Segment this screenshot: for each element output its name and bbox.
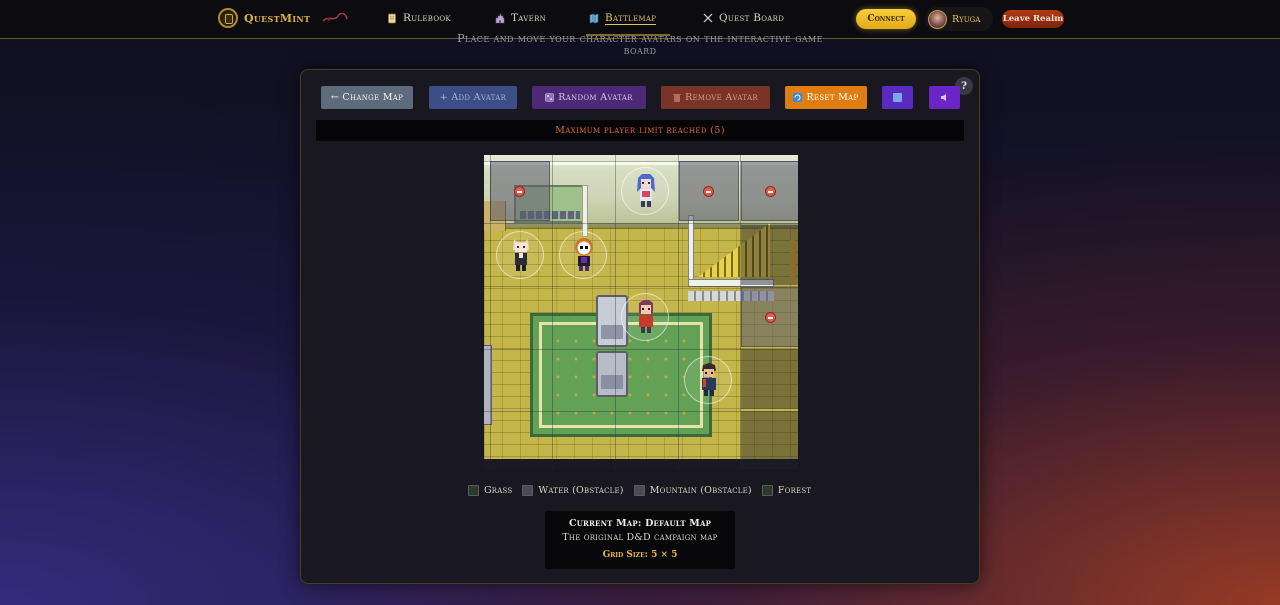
reset-map-label: Reset Map: [806, 92, 859, 103]
nav-tavern-label: Tavern: [511, 12, 547, 24]
grid-icon: [893, 93, 902, 102]
legend-forest-label: Forest: [777, 485, 812, 496]
user-profile-chip[interactable]: Ryuga: [925, 7, 993, 31]
legend-mountain-label: Mountain (Obstacle): [649, 485, 752, 496]
connect-button[interactable]: Connect: [856, 9, 916, 29]
water-swatch: [522, 485, 534, 496]
legend-grass: Grass: [468, 485, 512, 496]
grid-line: [484, 349, 798, 350]
terrain-legend: Grass Water (Obstacle) Mountain (Obstacl…: [468, 485, 811, 496]
obstacle-tile: [741, 349, 798, 409]
nav-battlemap-label: Battlemap: [605, 12, 657, 25]
grid-line: [484, 411, 798, 412]
page-subtitle: Place and move your character avatars on…: [457, 32, 823, 57]
legend-forest: Forest: [761, 485, 812, 496]
username: Ryuga: [952, 13, 981, 25]
avatar-token[interactable]: [684, 356, 732, 404]
mountain-swatch: [633, 485, 645, 496]
remove-avatar-label: Remove Avatar: [685, 92, 758, 103]
current-map-info: Current Map: Default Map The original D&…: [545, 511, 735, 569]
grid-line: [615, 155, 616, 469]
dragon-signature-icon: [322, 13, 348, 22]
nav-quest-board[interactable]: Quest Board: [703, 12, 784, 24]
scroll-icon: [388, 13, 396, 23]
forest-swatch: [761, 485, 773, 496]
add-avatar-button[interactable]: + Add Avatar: [429, 86, 517, 109]
grass-swatch: [468, 485, 479, 496]
character-sprite-icon: [639, 300, 653, 333]
dice-icon: [545, 93, 555, 102]
avatar: [928, 9, 947, 29]
grid-line: [490, 155, 491, 469]
reset-map-button[interactable]: Reset Map: [785, 86, 867, 109]
legend-water: Water (Obstacle): [522, 485, 624, 496]
castle-icon: [495, 13, 505, 23]
map-icon: [589, 13, 599, 24]
no-entry-icon: [703, 186, 714, 197]
nav-rulebook-label: Rulebook: [403, 12, 451, 24]
avatar-token[interactable]: [559, 231, 607, 279]
current-map-description: The original D&D campaign map: [562, 532, 718, 543]
grid-line: [484, 161, 798, 162]
legend-water-label: Water (Obstacle): [538, 485, 624, 496]
brand-logo-icon: [218, 8, 238, 28]
speaker-icon: [941, 94, 946, 101]
avatar-token[interactable]: [496, 231, 544, 279]
obstacle-tile: [741, 225, 798, 285]
grid-line: [552, 155, 553, 469]
avatar-token[interactable]: [621, 293, 669, 341]
leave-realm-button[interactable]: Leave Realm: [1002, 10, 1064, 28]
current-map-title: Current Map: Default Map: [568, 518, 712, 529]
no-entry-icon: [765, 186, 776, 197]
nav-rulebook[interactable]: Rulebook: [387, 12, 451, 24]
character-sprite-icon: [637, 174, 655, 207]
grid-line: [678, 155, 679, 469]
brand[interactable]: QuestMint: [218, 8, 348, 28]
character-sprite-icon: [575, 238, 593, 271]
grid-line: [740, 155, 741, 469]
brand-name: QuestMint: [244, 11, 311, 25]
avatar-token[interactable]: [621, 167, 669, 215]
trash-icon: [673, 94, 682, 102]
character-sprite-icon: [513, 239, 529, 271]
obstacle-tile: [741, 411, 798, 469]
no-entry-icon: [765, 312, 776, 323]
grid-size-label: Grid Size: 5 × 5: [602, 550, 678, 560]
legend-grass-label: Grass: [484, 485, 513, 496]
change-map-button[interactable]: ← Change Map: [321, 86, 413, 109]
crossed-swords-icon: [703, 13, 713, 22]
nav-battlemap[interactable]: Battlemap: [589, 12, 657, 25]
game-board[interactable]: [484, 155, 798, 469]
character-sprite-icon: [702, 363, 716, 396]
random-avatar-button[interactable]: Random Avatar: [532, 86, 646, 109]
nav-tavern[interactable]: Tavern: [495, 12, 546, 24]
legend-mountain: Mountain (Obstacle): [633, 485, 752, 496]
nav-quest-board-label: Quest Board: [719, 12, 785, 24]
sound-toggle-button[interactable]: [929, 86, 960, 109]
chair-prop: [596, 351, 628, 397]
grid-line: [484, 286, 798, 287]
random-avatar-label: Random Avatar: [558, 92, 633, 103]
battlemap-panel: ? ← Change Map + Add Avatar Random Avata…: [300, 69, 980, 584]
pillar-prop: [582, 185, 588, 237]
grid-line: [484, 223, 798, 224]
remove-avatar-button[interactable]: Remove Avatar: [661, 86, 770, 109]
no-entry-icon: [514, 186, 525, 197]
player-limit-warning: Maximum player limit reached (5): [316, 120, 964, 141]
refresh-icon: [793, 93, 803, 102]
grid-toggle-button[interactable]: [882, 86, 913, 109]
